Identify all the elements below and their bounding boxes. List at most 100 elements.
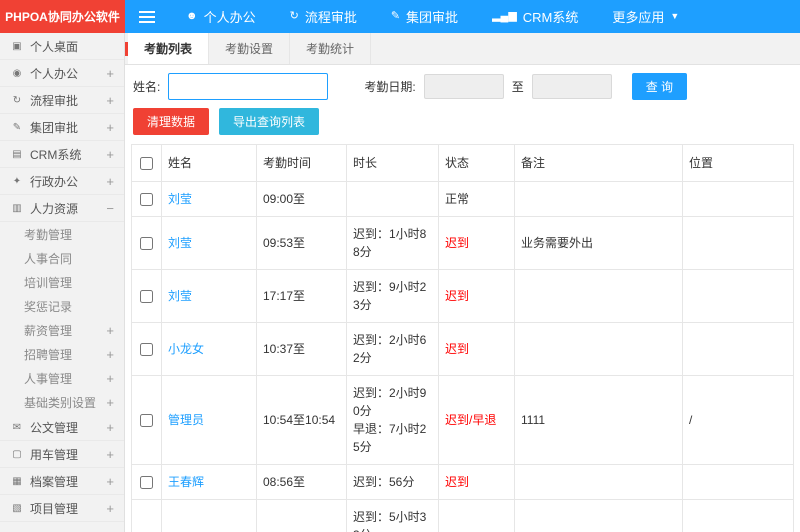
expand-toggle-icon[interactable]: − [104,201,114,216]
expand-toggle-icon[interactable]: + [104,147,114,162]
nav-item-label: CRM系统 [522,10,579,25]
sidebar-item-label: 招聘管理 [24,347,73,362]
table-row: 王春辉 08:56至 迟到：56分 迟到 [131,464,794,500]
sidebar-item-label: 个人办公 [30,66,79,81]
date-label: 考勤日期: [364,80,416,94]
nav-item[interactable]: ▂▄▆ CRM系统 [475,0,595,33]
row-checkbox[interactable] [140,476,153,490]
table-row: 刘莹 09:53至 迟到：1小时88分 迟到 业务需要外出 [131,216,794,270]
expand-toggle-icon[interactable]: + [104,120,114,135]
sidebar-item[interactable]: 奖惩记录 [0,294,124,318]
duration-cell [346,181,439,217]
sidebar-item-icon: ▦ [12,475,22,487]
column-header-name: 姓名 [161,144,257,182]
attendance-table: 姓名 考勤时间 时长 状态 备注 位置 刘莹 09:00至 正常 刘莹 09:5… [125,144,800,532]
sidebar-item-label: 档案管理 [30,474,79,489]
expand-toggle-icon[interactable]: + [104,174,114,189]
nav-item[interactable]: ↻ 流程审批 [273,0,374,33]
sidebar-item-icon: ▤ [12,148,22,160]
tab[interactable]: 考勤设置 [209,33,291,64]
date-start-input[interactable] [423,74,504,99]
location-cell [682,181,794,217]
expand-toggle-icon[interactable]: + [104,323,114,338]
note-cell: 1111 [514,375,683,465]
table-row: 刘莹 09:00至 正常 [131,181,794,217]
note-cell [514,269,683,323]
clean-data-button[interactable]: 清理数据 [133,108,210,135]
sidebar-item[interactable]: ✦ 行政办公 + [0,168,124,195]
sidebar-item[interactable]: ▥ 人力资源 − [0,195,124,222]
nav-item-icon: ✎ [390,10,401,22]
note-cell: 业务需要外出 [514,216,683,270]
main-nav: ☻ 个人办公 ↻ 流程审批 ✎ 集团审批 ▂▄▆ CRM系统 更多应用 ▼ [169,0,696,33]
expand-toggle-icon[interactable]: + [104,93,114,108]
sidebar: ▣ 个人桌面 ◉ 个人办公 + ↻ 流程审批 + ✎ 集团审批 + ▤ CRM系… [0,33,125,532]
column-header-note: 备注 [514,144,683,182]
sidebar-item[interactable]: ✉ 公文管理 + [0,414,124,441]
location-cell [682,464,794,500]
select-all-checkbox[interactable] [140,157,153,171]
row-checkbox[interactable] [140,237,153,251]
sidebar-item[interactable]: 培训管理 [0,270,124,294]
expand-toggle-icon[interactable]: + [104,395,114,410]
attendance-time-cell: 10:37至 [256,322,347,376]
nav-item[interactable]: ✎ 集团审批 [374,0,475,33]
sidebar-item[interactable]: 人事管理 + [0,366,124,390]
expand-toggle-icon[interactable]: + [104,420,114,435]
status-cell: 迟到/早退 [438,375,515,465]
location-cell: / [682,499,794,532]
hamburger-bars [139,10,155,23]
status-cell: 迟到 [438,464,515,500]
note-cell [514,499,683,532]
name-input[interactable] [168,73,329,100]
sidebar-item[interactable]: 考勤管理 [0,222,124,246]
sidebar-item[interactable]: ↻ 流程审批 + [0,87,124,114]
sidebar-item[interactable]: ▦ 档案管理 + [0,468,124,495]
employee-name-link[interactable]: 管理员 [168,413,204,427]
nav-item[interactable]: 更多应用 ▼ [595,0,696,33]
expand-toggle-icon[interactable]: + [104,474,114,489]
sidebar-item[interactable]: ▢ 用车管理 + [0,441,124,468]
sidebar-item-icon: ✦ [12,175,22,187]
expand-toggle-icon[interactable]: + [104,501,114,516]
sidebar-item-label: 薪资管理 [24,323,73,338]
employee-name-link[interactable]: 刘莹 [168,236,192,250]
row-checkbox[interactable] [140,290,153,304]
employee-name-link[interactable]: 刘莹 [168,289,192,303]
date-end-input[interactable] [531,74,612,99]
expand-toggle-icon[interactable]: + [104,66,114,81]
caret-down-icon: ▼ [670,11,680,21]
sidebar-item[interactable]: 人事合同 [0,246,124,270]
sidebar-item-label: 奖惩记录 [24,299,73,314]
sidebar-item[interactable]: ▧ 项目管理 + [0,495,124,522]
sidebar-item[interactable]: ✎ 集团审批 + [0,114,124,141]
attendance-time-cell: 17:17至 [256,269,347,323]
tab[interactable]: 考勤列表 [128,33,210,64]
hamburger-menu-icon[interactable] [125,0,169,33]
employee-name-link[interactable]: 小龙女 [168,342,204,356]
table-header-row: 姓名 考勤时间 时长 状态 备注 位置 [131,144,794,182]
row-checkbox[interactable] [140,343,153,357]
sidebar-item[interactable]: 招聘管理 + [0,342,124,366]
tab[interactable]: 考勤统计 [290,33,372,64]
sidebar-item-icon: ↻ [12,94,22,106]
sidebar-item-label: 流程审批 [30,93,79,108]
expand-toggle-icon[interactable]: + [104,447,114,462]
sidebar-item[interactable]: 薪资管理 + [0,318,124,342]
employee-name-link[interactable]: 王春辉 [168,475,204,489]
sidebar-item[interactable]: ▤ CRM系统 + [0,141,124,168]
sidebar-item[interactable]: ▣ 个人桌面 [0,33,124,60]
row-checkbox[interactable] [140,414,153,428]
search-button[interactable]: 查 询 [631,73,688,100]
expand-toggle-icon[interactable]: + [104,347,114,362]
sidebar-item[interactable]: ◉ 个人办公 + [0,60,124,87]
sidebar-item[interactable]: 基础类别设置 + [0,390,124,414]
status-cell: 迟到 [438,322,515,376]
expand-toggle-icon[interactable]: + [104,371,114,386]
nav-item[interactable]: ☻ 个人办公 [169,0,273,33]
export-list-button[interactable]: 导出查询列表 [219,108,320,135]
nav-item-icon: ☻ [186,10,198,22]
row-checkbox[interactable] [140,193,153,207]
sidebar-item-icon: ✉ [12,421,22,433]
employee-name-link[interactable]: 刘莹 [168,192,192,206]
